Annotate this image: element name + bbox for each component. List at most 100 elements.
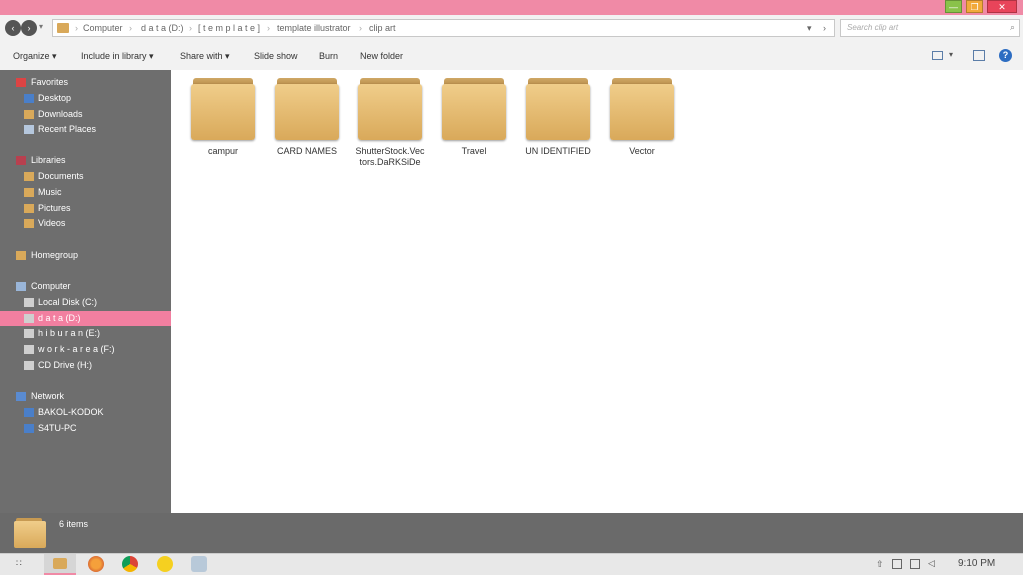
address-bar[interactable]: › Computer › d a t a (D:) › [ t e m p l … xyxy=(52,19,835,37)
network-computer-icon xyxy=(24,408,34,417)
burn-button[interactable]: Burn xyxy=(319,51,338,61)
network-computer-icon xyxy=(24,424,34,433)
sidebar-item-s4tu-pc[interactable]: S4TU-PC xyxy=(0,421,171,436)
preview-pane-icon[interactable] xyxy=(973,50,985,61)
sidebar-item-local-disk-c[interactable]: Local Disk (C:) xyxy=(0,295,171,310)
sidebar-item-label: Pictures xyxy=(38,203,71,213)
sidebar-item-libraries[interactable]: Libraries xyxy=(0,153,171,168)
folder-icon xyxy=(610,78,674,140)
libraries-icon xyxy=(16,156,26,165)
desktop-icon xyxy=(24,94,34,103)
crumb-template[interactable]: [ t e m p l a t e ] xyxy=(198,20,260,36)
back-button[interactable]: ‹ xyxy=(5,20,21,36)
sidebar-item-bakol-kodok[interactable]: BAKOL-KODOK xyxy=(0,405,171,420)
videos-folder-icon xyxy=(24,219,34,228)
sidebar-item-network[interactable]: Network xyxy=(0,389,171,404)
folder-item[interactable]: Vector xyxy=(607,78,677,157)
crumb-data-drive[interactable]: d a t a (D:) xyxy=(141,20,184,36)
forward-button[interactable]: › xyxy=(21,20,37,36)
tray-flag-icon[interactable] xyxy=(910,559,920,569)
sidebar-item-documents[interactable]: Documents xyxy=(0,169,171,184)
details-pane xyxy=(0,513,1023,553)
help-icon[interactable]: ? xyxy=(999,49,1012,62)
crumb-template-illustrator[interactable]: template illustrator xyxy=(277,20,351,36)
folder-item[interactable]: ShutterStock.Vectors.DaRKSiDe xyxy=(355,78,425,168)
app-icon[interactable] xyxy=(191,556,207,572)
maximize-button[interactable]: ❐ xyxy=(966,0,983,13)
organize-menu[interactable]: Organize ▾ xyxy=(13,51,57,62)
favorites-star-icon xyxy=(16,78,26,87)
share-with-menu[interactable]: Share with ▾ xyxy=(180,51,230,62)
tray-network-icon[interactable] xyxy=(892,559,902,569)
documents-folder-icon xyxy=(24,172,34,181)
crumb-separator: › xyxy=(129,23,132,33)
sidebar-item-label: BAKOL-KODOK xyxy=(38,407,104,417)
crumb-separator: › xyxy=(75,23,78,33)
minimize-button[interactable]: — xyxy=(945,0,962,13)
folder-label: CARD NAMES xyxy=(276,146,337,156)
title-bar xyxy=(0,0,1023,15)
sidebar-item-recent-places[interactable]: Recent Places xyxy=(0,122,171,137)
sidebar-item-desktop[interactable]: Desktop xyxy=(0,91,171,106)
search-icon[interactable]: ⌕ xyxy=(1010,22,1015,33)
folder-item[interactable]: CARD NAMES xyxy=(272,78,342,157)
sidebar-item-label: Music xyxy=(38,187,62,197)
computer-icon xyxy=(16,282,26,291)
close-button[interactable]: ✕ xyxy=(987,0,1017,13)
view-chevron-icon[interactable]: ▾ xyxy=(949,50,953,59)
sidebar-item-label: Desktop xyxy=(38,93,72,103)
view-options-icon[interactable] xyxy=(932,51,943,60)
taskbar xyxy=(0,553,1023,575)
refresh-icon[interactable]: › xyxy=(823,20,826,36)
sidebar-item-homegroup[interactable]: Homegroup xyxy=(0,248,171,263)
folder-icon xyxy=(53,558,67,569)
messenger-smiley-icon[interactable] xyxy=(157,556,173,572)
firefox-icon[interactable] xyxy=(88,556,104,572)
sidebar-item-label: Recent Places xyxy=(38,124,97,134)
sidebar-item-hiburan-e[interactable]: h i b u r a n (E:) xyxy=(0,326,171,341)
crumb-clip-art[interactable]: clip art xyxy=(369,20,396,36)
clock[interactable]: 9:10 PM xyxy=(958,558,995,569)
search-input[interactable]: Search clip art xyxy=(840,19,1020,37)
sidebar-item-label: Libraries xyxy=(31,155,66,165)
sidebar-item-label: Computer xyxy=(31,281,71,291)
folder-label: ShutterStock.Vectors.DaRKSiDe xyxy=(355,146,425,167)
volume-icon[interactable]: ◁ xyxy=(928,558,935,569)
downloads-folder-icon xyxy=(24,110,34,119)
start-button[interactable]: ∷ xyxy=(16,558,22,569)
sidebar-item-pictures[interactable]: Pictures xyxy=(0,201,171,216)
folder-icon xyxy=(442,78,506,140)
include-in-library-menu[interactable]: Include in library ▾ xyxy=(81,51,154,62)
sidebar-item-computer[interactable]: Computer xyxy=(0,279,171,294)
chrome-icon[interactable] xyxy=(122,556,138,572)
folder-item[interactable]: campur xyxy=(188,78,258,157)
folder-label: UN IDENTIFIED xyxy=(525,146,591,156)
folder-icon xyxy=(57,23,69,33)
slide-show-button[interactable]: Slide show xyxy=(254,51,298,61)
sidebar-item-label: S4TU-PC xyxy=(38,423,77,433)
folder-item[interactable]: Travel xyxy=(439,78,509,157)
pictures-folder-icon xyxy=(24,204,34,213)
sidebar-item-cd-drive-h[interactable]: CD Drive (H:) xyxy=(0,358,171,373)
taskbar-explorer-button[interactable] xyxy=(44,554,76,575)
sidebar-item-downloads[interactable]: Downloads xyxy=(0,107,171,122)
crumb-separator: › xyxy=(267,23,270,33)
recent-pages-chevron-icon[interactable]: ▾ xyxy=(39,22,43,31)
homegroup-icon xyxy=(16,251,26,260)
sidebar-item-data-d[interactable]: d a t a (D:) xyxy=(0,311,171,326)
sidebar-item-music[interactable]: Music xyxy=(0,185,171,200)
drive-icon xyxy=(24,345,34,354)
new-folder-button[interactable]: New folder xyxy=(360,51,403,61)
crumb-computer[interactable]: Computer xyxy=(83,20,123,36)
folder-item[interactable]: UN IDENTIFIED xyxy=(523,78,593,157)
sidebar-item-label: d a t a (D:) xyxy=(38,313,81,323)
sidebar-item-work-area-f[interactable]: w o r k - a r e a (F:) xyxy=(0,342,171,357)
sidebar-item-favorites[interactable]: Favorites xyxy=(0,75,171,90)
tray-arrow-icon[interactable]: ⇧ xyxy=(876,559,884,570)
sidebar-item-videos[interactable]: Videos xyxy=(0,216,171,231)
address-dropdown-icon[interactable]: ▾ xyxy=(807,20,812,36)
folder-icon xyxy=(526,78,590,140)
sidebar-item-label: Homegroup xyxy=(31,250,79,260)
folder-label: campur xyxy=(207,146,238,156)
sidebar-item-label: h i b u r a n (E:) xyxy=(38,328,101,338)
